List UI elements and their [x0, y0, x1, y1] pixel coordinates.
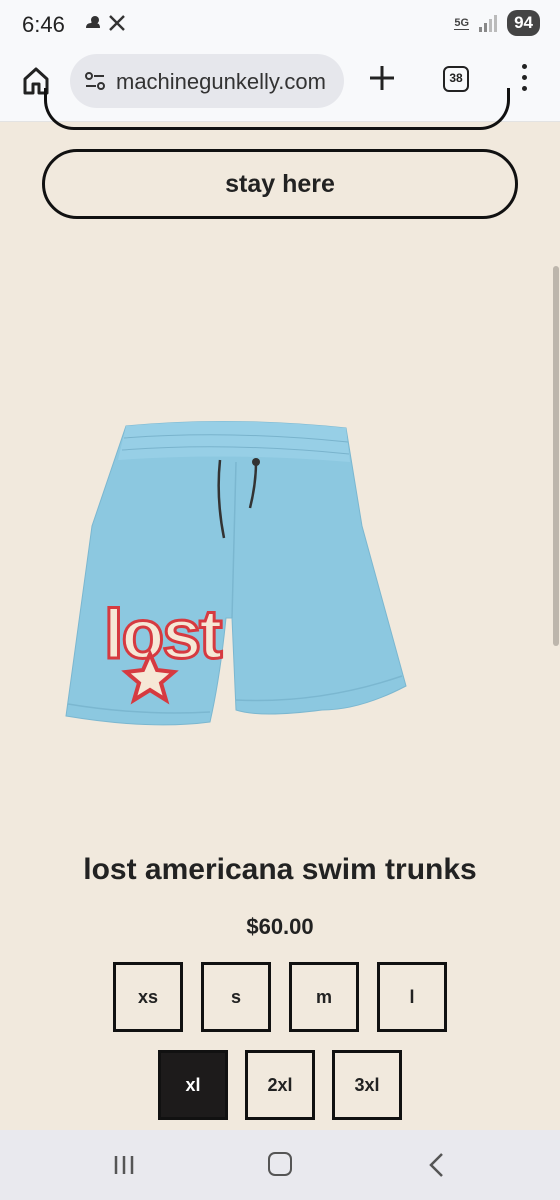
size-xs-button[interactable]: xs [113, 962, 183, 1032]
battery-indicator: 94 [507, 10, 540, 36]
size-l-button[interactable]: l [377, 962, 447, 1032]
size-xl-button[interactable]: xl [158, 1050, 228, 1120]
x-app-icon [109, 15, 125, 31]
network-type: 5G [454, 16, 470, 30]
status-bar: 6:46 5G 94 [0, 0, 560, 50]
weather-icon [86, 16, 100, 28]
product-price: $60.00 [246, 914, 314, 939]
partial-button-above[interactable] [44, 88, 510, 130]
menu-icon[interactable] [520, 64, 528, 94]
system-nav-bar [0, 1130, 560, 1200]
size-2xl-button[interactable]: 2xl [245, 1050, 315, 1120]
stay-here-button[interactable]: stay here [42, 149, 518, 219]
size-m-button[interactable]: m [289, 962, 359, 1032]
scrollbar[interactable] [553, 266, 559, 646]
recent-apps-icon[interactable] [112, 1154, 136, 1176]
product-image[interactable]: lost [60, 418, 410, 730]
logo-text: lost [104, 595, 222, 673]
size-3xl-button[interactable]: 3xl [332, 1050, 402, 1120]
product-title: lost americana swim trunks [83, 853, 477, 886]
size-s-button[interactable]: s [201, 962, 271, 1032]
back-icon[interactable] [426, 1152, 446, 1178]
signal-icon [479, 15, 498, 32]
nav-home-icon[interactable] [268, 1152, 292, 1176]
status-time: 6:46 [22, 12, 65, 37]
